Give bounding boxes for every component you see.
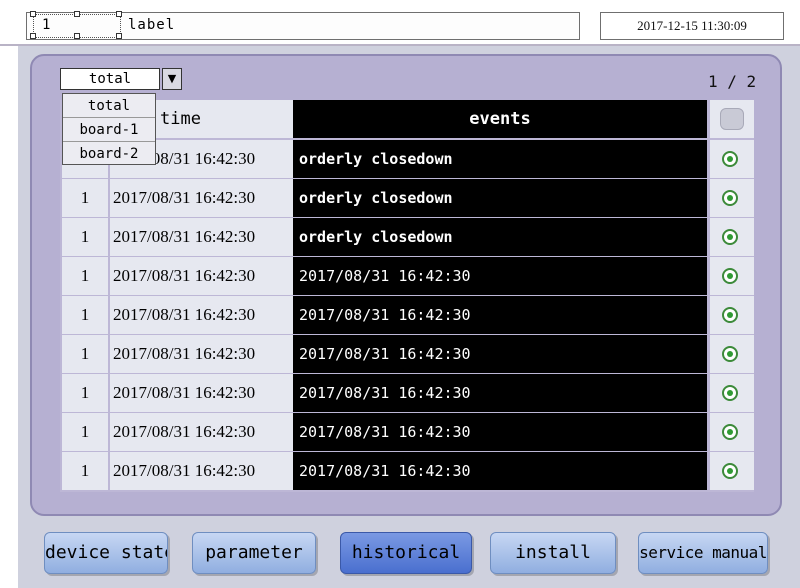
column-header-time-label: time [160,109,201,129]
row-number: 1 [62,296,108,334]
row-time: 2017/08/31 16:42:30 [110,374,293,412]
row-time: 2017/08/31 16:42:30 [110,296,293,334]
table-row[interactable]: 1 2017/08/31 16:42:30 2017/08/31 16:42:3… [62,296,754,334]
row-status [710,257,754,295]
row-status [710,296,754,334]
column-header-events: events [293,100,707,138]
row-event: orderly closedown [293,218,707,256]
top-divider [0,44,800,46]
row-event: 2017/08/31 16:42:30 [293,335,707,373]
table-row[interactable]: 1 2017/08/31 16:42:30 orderly closedown [62,218,754,256]
row-status [710,452,754,490]
row-event: orderly closedown [293,140,707,178]
resize-handle[interactable] [74,33,80,39]
table-row[interactable]: 1 2017/08/31 16:42:30 2017/08/31 16:42:3… [62,257,754,295]
row-time: 2017/08/31 16:42:30 [110,335,293,373]
resize-handle[interactable] [30,33,36,39]
row-number: 1 [62,335,108,373]
status-led-icon [722,229,738,245]
status-led-icon [722,424,738,440]
service-manual-button[interactable]: service manual [638,532,768,574]
row-number: 1 [62,374,108,412]
status-led-icon [722,346,738,362]
row-time: 2017/08/31 16:42:30 [110,413,293,451]
status-led-icon [722,268,738,284]
row-event: 2017/08/31 16:42:30 [293,374,707,412]
status-led-icon [722,307,738,323]
row-status [710,374,754,412]
label-text: label [128,17,176,33]
resize-handle[interactable] [74,11,80,17]
table-row[interactable]: 1 2017/08/31 16:42:30 2017/08/31 16:42:3… [62,413,754,451]
datetime-display: 2017-12-15 11:30:09 [600,12,784,40]
row-time: 2017/08/31 16:42:30 [110,179,293,217]
row-status [710,140,754,178]
status-led-icon [722,385,738,401]
row-event: 2017/08/31 16:42:30 [293,296,707,334]
table-row[interactable]: 1 2017/08/31 16:42:30 2017/08/31 16:42:3… [62,374,754,412]
board-filter-select[interactable]: total ▼ [60,68,182,90]
option-total[interactable]: total [63,94,155,118]
row-status [710,335,754,373]
device-state-button[interactable]: device state [44,532,168,574]
page-indicator: 1 / 2 [708,72,757,91]
resize-handle[interactable] [30,11,36,17]
row-number: 1 [62,452,108,490]
row-number: 1 [62,257,108,295]
table-row[interactable]: 1 2017/08/31 16:42:30 2017/08/31 16:42:3… [62,452,754,490]
table-row[interactable]: 1 2017/08/31 16:42:30 2017/08/31 16:42:3… [62,335,754,373]
row-event: orderly closedown [293,179,707,217]
parameter-button[interactable]: parameter [192,532,316,574]
board-filter-options: total board-1 board-2 [62,93,156,165]
row-time: 2017/08/31 16:42:30 [110,218,293,256]
board-filter-value[interactable]: total [60,68,160,90]
row-status [710,179,754,217]
row-number: 1 [62,179,108,217]
resize-handle[interactable] [116,11,122,17]
status-header-button[interactable] [720,108,744,130]
row-event: 2017/08/31 16:42:30 [293,413,707,451]
table-row[interactable]: 1 2017/08/31 16:42:30 orderly closedown [62,179,754,217]
status-led-icon [722,190,738,206]
status-led-icon [722,463,738,479]
resize-handle[interactable] [116,33,122,39]
table-row[interactable]: 2017/08/31 16:42:30 orderly closedown [62,140,754,178]
row-time: 2017/08/31 16:42:30 [110,257,293,295]
row-status [710,218,754,256]
option-board-1[interactable]: board-1 [63,118,155,142]
row-event: 2017/08/31 16:42:30 [293,452,707,490]
row-number: 1 [62,413,108,451]
historical-button[interactable]: historical [340,532,472,574]
left-margin [0,44,18,588]
row-status [710,413,754,451]
option-board-2[interactable]: board-2 [63,142,155,166]
status-led-icon [722,151,738,167]
chevron-down-icon[interactable]: ▼ [162,68,182,90]
id-value: 1 [42,17,51,33]
row-event: 2017/08/31 16:42:30 [293,257,707,295]
row-time: 2017/08/31 16:42:30 [110,452,293,490]
install-button[interactable]: install [490,532,616,574]
row-number: 1 [62,218,108,256]
